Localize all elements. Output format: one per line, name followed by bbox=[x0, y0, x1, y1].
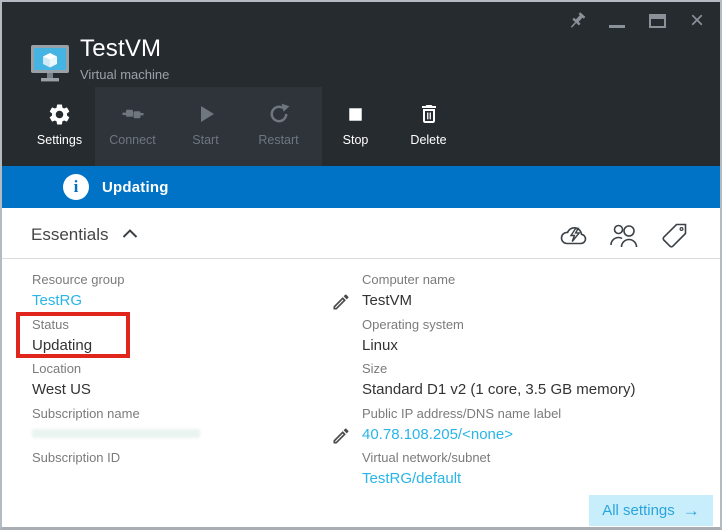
computer-name-value: TestVM bbox=[362, 290, 692, 311]
settings-button-label: Settings bbox=[37, 133, 82, 147]
maximize-icon[interactable] bbox=[644, 8, 670, 34]
all-settings-button[interactable]: All settings → bbox=[589, 495, 713, 526]
subscription-id-label: Subscription ID bbox=[32, 449, 362, 466]
public-ip-field: Public IP address/DNS name label 40.78.1… bbox=[362, 405, 692, 450]
size-value: Standard D1 v2 (1 core, 3.5 GB memory) bbox=[362, 379, 692, 400]
essentials-title: Essentials bbox=[31, 225, 108, 245]
virtual-machine-icon bbox=[29, 42, 71, 89]
vm-blade-window: × TestVM Virtual machine bbox=[0, 0, 722, 530]
info-icon: i bbox=[63, 174, 89, 200]
virtual-network-link[interactable]: TestRG/default bbox=[362, 468, 692, 489]
stop-button-label: Stop bbox=[343, 133, 369, 147]
computer-name-label: Computer name bbox=[362, 271, 692, 288]
edit-public-ip-pencil-icon[interactable] bbox=[331, 426, 351, 451]
pin-icon[interactable] bbox=[564, 8, 590, 34]
redacted-subscription-name bbox=[32, 429, 200, 438]
minimize-icon[interactable] bbox=[604, 8, 630, 34]
start-button-label: Start bbox=[192, 133, 218, 147]
operating-system-label: Operating system bbox=[362, 316, 692, 333]
public-ip-link[interactable]: 40.78.108.205/<none> bbox=[362, 424, 692, 445]
all-settings-label: All settings bbox=[602, 502, 675, 519]
gear-icon bbox=[47, 99, 72, 129]
public-ip-label: Public IP address/DNS name label bbox=[362, 405, 692, 422]
subscription-id-field: Subscription ID bbox=[32, 449, 362, 494]
essentials-right-column: Computer name TestVM Operating system Li… bbox=[362, 271, 692, 494]
restart-button-label: Restart bbox=[258, 133, 298, 147]
play-icon bbox=[194, 99, 218, 129]
stop-square-icon bbox=[344, 99, 367, 129]
essentials-panel: Essentials bbox=[2, 208, 720, 525]
page-subtitle: Virtual machine bbox=[80, 67, 169, 82]
essentials-left-column: Resource group TestRG Status Updating Lo… bbox=[32, 271, 362, 494]
subscription-name-label: Subscription name bbox=[32, 405, 362, 422]
virtual-network-field: Virtual network/subnet TestRG/default bbox=[362, 449, 692, 494]
tag-icon[interactable] bbox=[658, 221, 690, 249]
edit-computer-name-pencil-icon[interactable] bbox=[331, 292, 351, 317]
status-banner: i Updating bbox=[2, 166, 720, 208]
window-controls: × bbox=[564, 8, 710, 34]
trash-icon bbox=[417, 99, 441, 129]
size-field: Size Standard D1 v2 (1 core, 3.5 GB memo… bbox=[362, 360, 692, 405]
close-icon[interactable]: × bbox=[684, 8, 710, 34]
operating-system-field: Operating system Linux bbox=[362, 316, 692, 361]
connect-button[interactable]: Connect bbox=[96, 87, 169, 166]
restart-button[interactable]: Restart bbox=[242, 87, 315, 166]
resource-group-field: Resource group TestRG bbox=[32, 271, 362, 316]
command-toolbar: Settings Connect Start bbox=[2, 87, 720, 166]
location-label: Location bbox=[32, 360, 362, 377]
connect-button-label: Connect bbox=[109, 133, 156, 147]
right-arrow-icon: → bbox=[683, 503, 700, 518]
essentials-collapse-toggle[interactable]: Essentials bbox=[31, 225, 138, 245]
essentials-actions bbox=[558, 221, 690, 249]
delete-button[interactable]: Delete bbox=[392, 87, 465, 166]
cloud-lightning-icon[interactable] bbox=[558, 221, 590, 249]
size-label: Size bbox=[362, 360, 692, 377]
location-value: West US bbox=[32, 379, 362, 400]
settings-button[interactable]: Settings bbox=[23, 87, 96, 166]
connect-plug-icon bbox=[121, 99, 145, 129]
users-icon[interactable] bbox=[608, 221, 640, 249]
virtual-network-label: Virtual network/subnet bbox=[362, 449, 692, 466]
red-highlight-box bbox=[16, 312, 130, 358]
computer-name-field: Computer name TestVM bbox=[362, 271, 692, 316]
resource-group-label: Resource group bbox=[32, 271, 362, 288]
subscription-name-field: Subscription name bbox=[32, 405, 362, 450]
start-button[interactable]: Start bbox=[169, 87, 242, 166]
resource-group-link[interactable]: TestRG bbox=[32, 290, 362, 311]
blade-titles: TestVM Virtual machine bbox=[80, 35, 169, 82]
chevron-up-icon bbox=[122, 226, 138, 244]
blade-header: × TestVM Virtual machine bbox=[2, 2, 720, 166]
delete-button-label: Delete bbox=[410, 133, 446, 147]
location-field: Location West US bbox=[32, 360, 362, 405]
restart-arrow-icon bbox=[267, 99, 291, 129]
stop-button[interactable]: Stop bbox=[319, 87, 392, 166]
page-title: TestVM bbox=[80, 35, 169, 63]
status-banner-text: Updating bbox=[102, 179, 169, 196]
operating-system-value: Linux bbox=[362, 335, 692, 356]
essentials-header: Essentials bbox=[2, 208, 720, 259]
